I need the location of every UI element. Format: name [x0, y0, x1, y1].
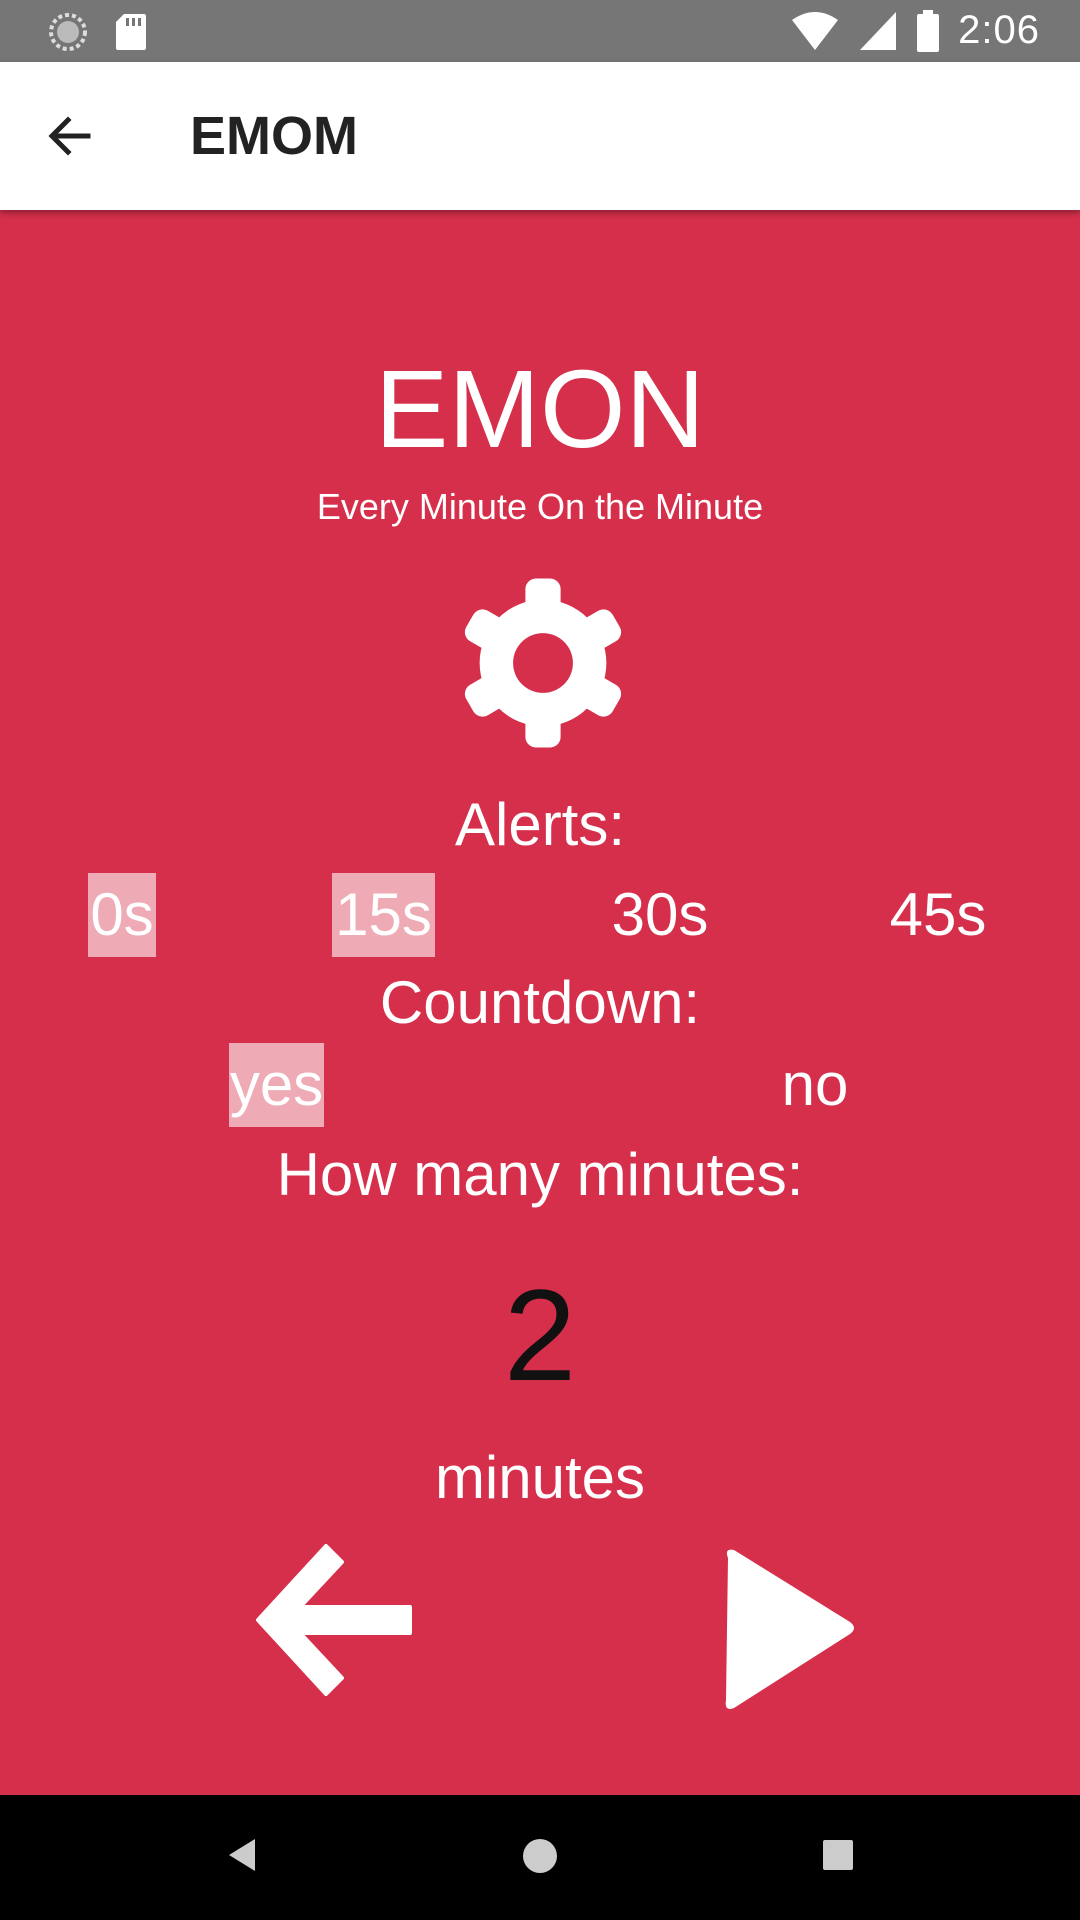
sync-icon	[49, 13, 87, 51]
page-subtitle: Every Minute On the Minute	[316, 486, 764, 527]
alert-option-45s[interactable]: 45s	[878, 873, 998, 957]
status-time: 2:06	[958, 8, 1040, 52]
back-arrow-icon[interactable]	[40, 106, 100, 166]
play-icon[interactable]	[710, 1540, 910, 1720]
page-title: EMON	[375, 348, 705, 471]
minutes-value[interactable]: 2	[0, 1265, 1080, 1405]
minutes-label: How many minutes:	[276, 1141, 804, 1208]
nav-home-icon[interactable]	[521, 1837, 559, 1875]
minutes-unit-label: minutes	[434, 1444, 646, 1511]
alerts-label: Alerts:	[454, 791, 626, 858]
wifi-icon	[792, 11, 839, 50]
alert-option-30s[interactable]: 30s	[600, 873, 720, 957]
nav-recents-icon[interactable]	[821, 1838, 855, 1872]
app-bar: EMOM	[0, 62, 1080, 210]
signal-icon	[860, 11, 897, 50]
sd-card-icon	[116, 14, 146, 50]
main-panel: EMON Every Minute On the Minute Alerts: …	[0, 210, 1080, 1795]
countdown-label: Countdown:	[379, 969, 701, 1036]
status-bar: 2:06	[0, 0, 1080, 62]
countdown-option-yes[interactable]: yes	[229, 1043, 324, 1127]
gear-icon[interactable]	[455, 575, 631, 751]
left-arrow-icon[interactable]	[230, 1530, 430, 1710]
app-bar-title: EMOM	[190, 106, 358, 166]
alert-option-15s[interactable]: 15s	[332, 873, 435, 957]
system-nav-bar	[0, 1795, 1080, 1920]
battery-icon	[917, 9, 940, 52]
countdown-option-no[interactable]: no	[770, 1043, 860, 1127]
alert-option-0s[interactable]: 0s	[88, 873, 156, 957]
nav-back-icon[interactable]	[225, 1835, 259, 1875]
